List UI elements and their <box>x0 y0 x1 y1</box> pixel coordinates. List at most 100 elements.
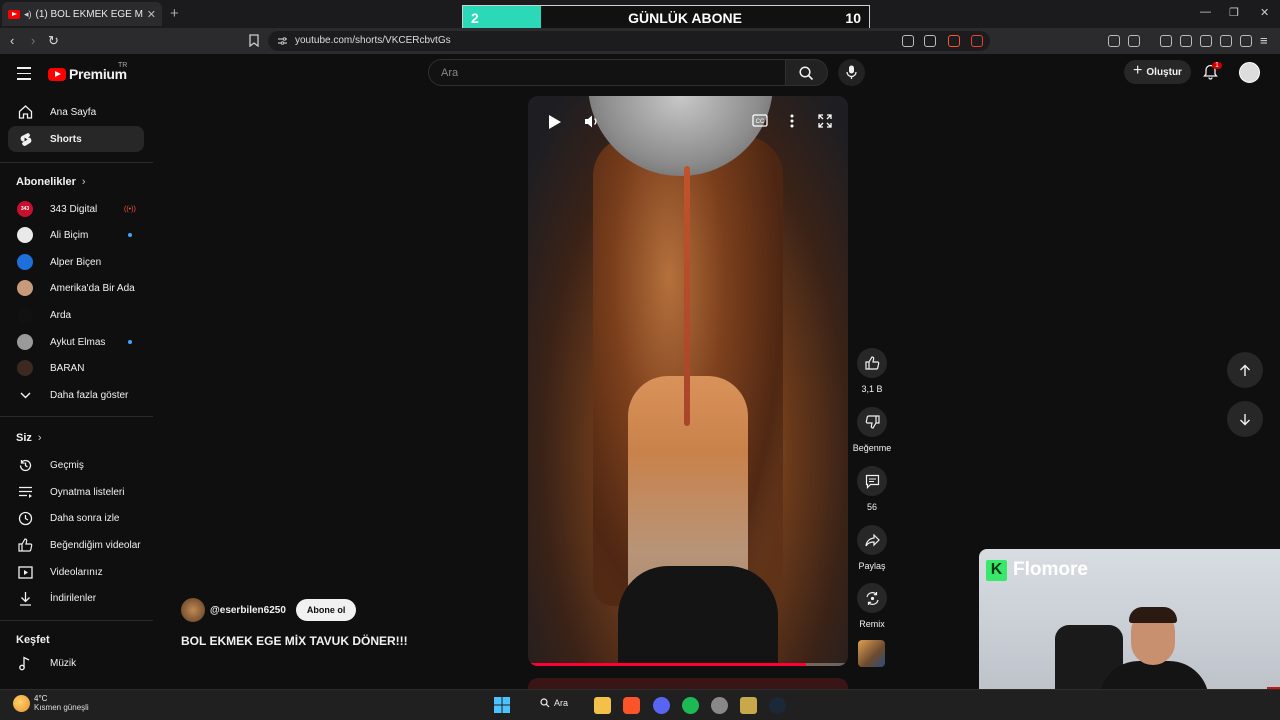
taskbar-search[interactable]: Ara <box>540 698 568 708</box>
sidebar-channel-item[interactable]: Ali Biçim <box>8 222 144 248</box>
sidebar-channel-item[interactable]: Amerika'da Bir Ada <box>8 275 144 301</box>
forward-icon[interactable]: › <box>31 33 35 48</box>
close-tab-icon[interactable]: ✕ <box>147 8 156 21</box>
channel-avatar <box>17 307 33 323</box>
guide-menu-icon[interactable] <box>17 67 31 84</box>
channel-avatar <box>17 334 33 350</box>
dislike-button[interactable]: Beğenme <box>852 407 892 453</box>
video-icon <box>17 565 33 579</box>
wallet-icon[interactable] <box>1200 35 1212 47</box>
browser-menu-icon[interactable]: ≡ <box>1260 33 1268 48</box>
weather-sun-icon <box>13 694 30 712</box>
chevron-right-icon: › <box>81 176 86 188</box>
maximize-icon[interactable]: ❐ <box>1229 6 1239 19</box>
previous-short-button[interactable] <box>1227 352 1263 388</box>
leo-icon[interactable] <box>1220 35 1232 47</box>
vpn-icon[interactable] <box>1240 35 1252 47</box>
channel-name: Amerika'da Bir Ada <box>50 282 135 294</box>
fullscreen-icon[interactable] <box>818 114 832 128</box>
account-avatar[interactable] <box>1239 62 1260 83</box>
taskbar-search-label: Ara <box>554 698 569 708</box>
back-icon[interactable]: ‹ <box>10 33 14 48</box>
sidebar-item-label: Oynatma listeleri <box>50 486 125 498</box>
youtube-logo[interactable]: Premium TR <box>48 62 127 82</box>
search-icon <box>799 66 814 81</box>
notifications-button[interactable]: 1 <box>1203 62 1222 80</box>
voice-search-button[interactable] <box>838 59 865 86</box>
video-progress-bar[interactable] <box>528 663 848 666</box>
history-icon <box>19 459 31 471</box>
brave-browser-icon[interactable] <box>623 697 640 714</box>
subscriptions-header[interactable]: Abonelikler › <box>16 176 86 188</box>
volume-icon[interactable] <box>584 114 599 129</box>
sidebar-item-liked-videos[interactable]: Beğendiğim videolar <box>8 532 144 558</box>
address-bar[interactable]: youtube.com/shorts/VKCERcbvtGs <box>268 31 990 51</box>
steam-icon[interactable] <box>769 697 786 714</box>
sidebar-item-music[interactable]: Müzik <box>8 650 144 676</box>
counter-right-value: 10 <box>845 10 861 26</box>
sidebar-item-shorts[interactable]: Shorts <box>8 126 144 152</box>
close-window-icon[interactable]: ✕ <box>1260 6 1269 19</box>
like-button[interactable]: 3,1 B <box>852 348 892 394</box>
site-settings-icon[interactable] <box>277 36 288 46</box>
windows-start-icon[interactable] <box>494 697 510 713</box>
search-input[interactable]: Ara <box>428 59 786 86</box>
media-icon[interactable] <box>1160 35 1172 47</box>
sidebar-channel-item[interactable]: BARAN <box>8 355 144 381</box>
comments-button[interactable]: 56 <box>852 466 892 512</box>
sidebar-item-history[interactable]: Geçmiş <box>8 452 144 478</box>
sidebar-item-your-videos[interactable]: Videolarınız <box>8 559 144 585</box>
create-button[interactable]: + Oluştur <box>1124 60 1191 84</box>
cast-icon[interactable] <box>902 35 914 47</box>
counter-label: GÜNLÜK ABONE <box>628 10 742 26</box>
discord-icon[interactable] <box>653 697 670 714</box>
share-icon[interactable] <box>924 35 936 47</box>
captions-icon[interactable]: CC <box>752 114 768 127</box>
remix-button[interactable]: Remix <box>852 583 892 629</box>
explore-label: Keşfet <box>16 634 50 646</box>
search-button[interactable] <box>786 59 828 86</box>
sidebar-channel-item[interactable]: Alper Biçen <box>8 249 144 275</box>
more-options-icon[interactable] <box>790 114 794 128</box>
new-content-dot <box>128 233 132 237</box>
sound-thumbnail[interactable] <box>858 640 885 667</box>
minimize-icon[interactable]: — <box>1200 6 1211 18</box>
you-header[interactable]: Siz › <box>16 432 42 444</box>
sidebar-channel-item[interactable]: Arda <box>8 302 144 328</box>
reload-icon[interactable]: ↻ <box>48 33 59 49</box>
spotify-icon[interactable] <box>682 697 699 714</box>
sidebar-channel-item[interactable]: Aykut Elmas <box>8 329 144 355</box>
share-label: Paylaş <box>858 561 886 571</box>
sidebar-item-downloads[interactable]: İndirilenler <box>8 585 144 611</box>
screenshot-icon[interactable] <box>1128 35 1140 47</box>
show-more-button[interactable]: Daha fazla göster <box>8 382 144 408</box>
obs-icon[interactable] <box>711 697 728 714</box>
channel-avatar[interactable] <box>181 598 205 622</box>
brave-shield-icon[interactable] <box>948 35 960 47</box>
channel-handle[interactable]: @eserbilen6250 <box>210 605 286 616</box>
arrow-up-icon <box>1240 364 1250 376</box>
subscribe-button[interactable]: Abone ol <box>295 599 357 621</box>
app-icon[interactable] <box>740 697 757 714</box>
sidebar-item-home[interactable]: Ana Sayfa <box>8 99 144 125</box>
sidebar-icon[interactable] <box>1180 35 1192 47</box>
short-video-player[interactable]: CC <box>528 96 848 666</box>
sidebar-item-playlists[interactable]: Oynatma listeleri <box>8 479 144 505</box>
channel-avatar: 343 <box>17 201 33 217</box>
play-icon[interactable] <box>548 114 562 130</box>
next-short-button[interactable] <box>1227 401 1263 437</box>
youtube-favicon-icon <box>8 9 20 19</box>
bookmark-icon[interactable] <box>249 34 259 47</box>
sidebar-item-watch-later[interactable]: Daha sonra izle <box>8 505 144 531</box>
speaker-icon[interactable]: ◂) <box>24 9 32 20</box>
channel-avatar <box>17 360 33 376</box>
next-short-preview[interactable] <box>528 678 848 689</box>
sidebar-item-label: Ana Sayfa <box>50 106 97 118</box>
file-explorer-icon[interactable] <box>594 697 611 714</box>
rewards-icon[interactable] <box>971 35 983 47</box>
new-tab-icon[interactable]: + <box>170 5 179 22</box>
browser-tab[interactable]: ◂) (1) BOL EKMEK EGE MİX TAVUK ✕ <box>2 2 162 26</box>
weather-widget[interactable]: 4°C Kısmen güneşli <box>13 694 89 712</box>
share-button[interactable]: Paylaş <box>852 525 892 571</box>
extensions-icon[interactable] <box>1108 35 1120 47</box>
